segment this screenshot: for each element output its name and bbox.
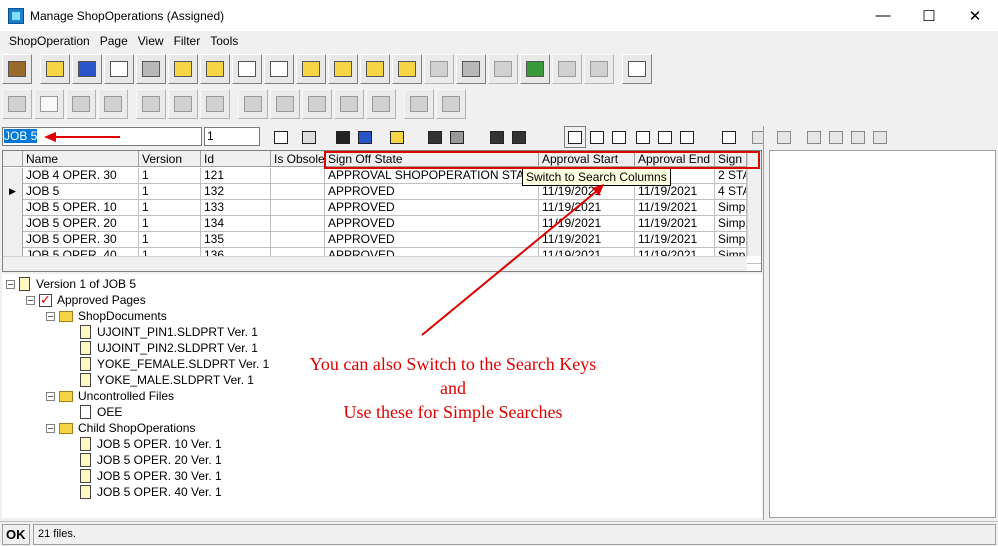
status-file-count: 21 files. — [33, 524, 996, 545]
annotation-arrows — [44, 132, 604, 336]
annotation-line-2: and — [440, 378, 466, 398]
annotation-text: You can also Switch to the Search Keys a… — [275, 352, 631, 424]
annotation-line-3: Use these for Simple Searches — [343, 402, 563, 422]
arrow-to-tooltip — [421, 189, 599, 336]
arrowhead-left — [44, 132, 56, 142]
status-bar: OK 21 files. — [0, 521, 998, 546]
status-ok: OK — [2, 524, 30, 545]
annotation-line-1: You can also Switch to the Search Keys — [309, 354, 597, 374]
